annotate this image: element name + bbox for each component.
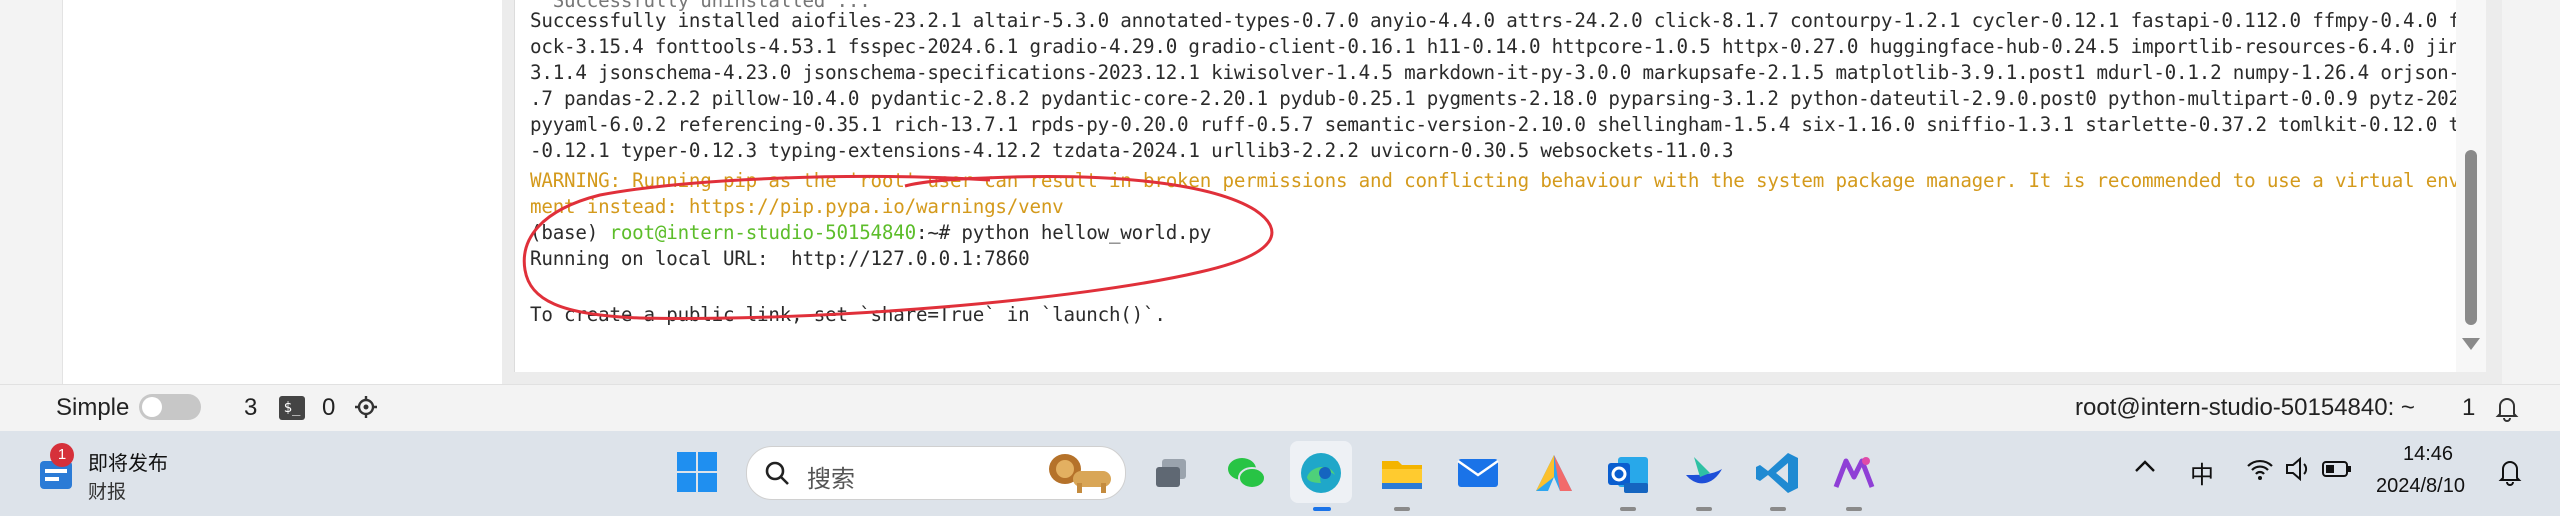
start-icon[interactable] (676, 451, 718, 498)
battery-icon[interactable] (2322, 459, 2352, 484)
feishu-icon[interactable] (1680, 449, 1728, 497)
lion-icon (1043, 451, 1117, 500)
notification-count: 1 (2462, 394, 2476, 421)
news-title[interactable]: 即将发布 (88, 447, 168, 476)
taskbar-search[interactable]: 搜索 (746, 446, 1126, 500)
warning-line: ment instead: https://pip.pypa.io/warnin… (530, 195, 1064, 218)
prompt-command: :~# python hellow_world.py (915, 221, 1212, 244)
task-view-icon[interactable] (1148, 449, 1196, 497)
running-indicator (1770, 507, 1786, 511)
scrollbar-thumb[interactable] (2465, 150, 2477, 325)
search-icon (763, 459, 791, 492)
terminal-line: 3.1.4 jsonschema-4.23.0 jsonschema-speci… (530, 61, 2457, 84)
running-url-line: Running on local URL: http://127.0.0.1:7… (530, 247, 1030, 270)
wechat-icon[interactable] (1222, 449, 1270, 497)
edge-icon[interactable] (1297, 449, 1345, 497)
app-m-icon[interactable] (1830, 449, 1878, 497)
outlook-icon[interactable] (1604, 449, 1652, 497)
terminal-icon[interactable]: $_ (279, 396, 305, 420)
ime-indicator[interactable]: 中 (2190, 455, 2214, 490)
mail-icon[interactable] (1454, 449, 1502, 497)
prompt-user: root@intern-studio-50154840 (609, 221, 916, 244)
clock-time[interactable]: 14:46 (2385, 443, 2471, 466)
public-link-line: To create a public link, set `share=True… (530, 303, 1166, 326)
news-subtitle: 财报 (88, 482, 127, 503)
kernel-count[interactable]: 0 (322, 394, 335, 422)
bell-icon[interactable] (2492, 393, 2522, 430)
taskbar: 1 即将发布 财报 搜索 中 14:46 2024/8/10 (0, 431, 2560, 516)
mode-label: Simple (56, 394, 130, 421)
problems-count[interactable]: 3 (244, 394, 257, 422)
left-margin (0, 0, 62, 384)
wifi-icon[interactable] (2246, 457, 2274, 486)
chevron-up-icon[interactable] (2134, 459, 2156, 478)
notification-bell-icon[interactable] (2496, 457, 2524, 492)
running-indicator (1696, 507, 1712, 511)
terminal-line: -0.12.1 typer-0.12.3 typing-extensions-4… (530, 139, 1734, 162)
terminal-line: Successfully installed aiofiles-23.2.1 a… (530, 9, 2457, 32)
terminal-line: pyyaml-6.0.2 referencing-0.35.1 rich-13.… (530, 113, 2457, 136)
prompt-env: (base) (530, 221, 610, 244)
toggle-knob (142, 397, 162, 417)
scroll-down-arrow-icon[interactable] (2462, 338, 2480, 350)
vscode-icon[interactable] (1754, 449, 1802, 497)
news-badge: 1 (50, 443, 74, 467)
volume-icon[interactable] (2284, 456, 2312, 486)
host-label[interactable]: root@intern-studio-50154840: ~ (2075, 394, 2415, 422)
terminal-line: .7 pandas-2.2.2 pillow-10.4.0 pydantic-2… (530, 87, 2457, 110)
edge-active-indicator (1313, 507, 1331, 511)
terminal-line: ock-3.15.4 fonttools-4.53.1 fsspec-2024.… (530, 35, 2457, 58)
file-pane (62, 0, 503, 384)
settings-gear-icon[interactable] (353, 394, 379, 427)
terminal[interactable]: Successfully uninstalled ... Successfull… (514, 0, 2457, 372)
simple-mode-toggle[interactable] (139, 394, 201, 420)
clock-date[interactable]: 2024/8/10 (2376, 475, 2465, 498)
warning-line: WARNING: Running pip as the 'root' user … (530, 169, 2457, 192)
running-indicator (1620, 507, 1636, 511)
prompt-line: (base) root@intern-studio-50154840:~# py… (530, 220, 1211, 246)
running-indicator (1394, 507, 1410, 511)
file-explorer-icon[interactable] (1378, 449, 1426, 497)
status-bar: Simple 3 $_ 0 root@intern-studio-5015484… (0, 384, 2560, 431)
running-indicator (1846, 507, 1862, 511)
app-a-icon[interactable] (1530, 449, 1578, 497)
search-placeholder: 搜索 (807, 466, 855, 493)
